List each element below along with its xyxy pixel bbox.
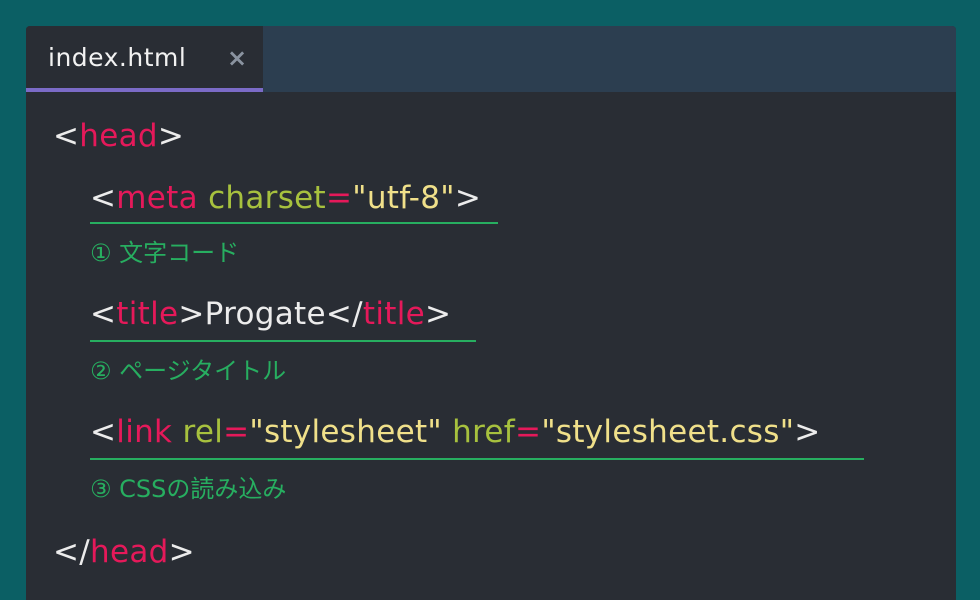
equals-sign: = [325, 180, 353, 216]
tab-label: index.html [48, 43, 187, 72]
bracket: > [178, 296, 205, 332]
bracket: > [168, 534, 195, 570]
bracket: < [90, 180, 117, 216]
equals-sign: = [515, 414, 542, 450]
code-line-head-close: </head> [53, 534, 195, 570]
tag-name: title [362, 296, 425, 332]
bracket: < [90, 414, 117, 450]
equals-sign: = [223, 414, 250, 450]
code-editor: index.html × <head> <meta charset="utf-8… [26, 26, 956, 600]
title-text: Progate [204, 296, 326, 332]
tab-index-html[interactable]: index.html × [26, 26, 263, 92]
bracket: > [454, 180, 482, 216]
tag-name: meta [116, 180, 198, 216]
attribute-name: rel [182, 414, 224, 450]
bracket: < [53, 118, 80, 154]
bracket: > [794, 414, 821, 450]
bracket: < [90, 296, 117, 332]
attribute-name: charset [208, 180, 326, 216]
attribute-name: href [452, 414, 516, 450]
link-underline [90, 458, 864, 460]
code-line-meta: <meta charset="utf-8"> [90, 180, 481, 216]
attribute-value: "utf-8" [352, 180, 455, 216]
bracket: </ [325, 296, 363, 332]
bracket: > [425, 296, 452, 332]
attribute-value: "stylesheet.css" [541, 414, 795, 450]
tag-name: head [79, 118, 158, 154]
tab-bar: index.html × [26, 26, 956, 92]
annotation-page-title: ② ページタイトル [90, 357, 287, 385]
code-line-title: <title>Progate</title> [90, 296, 451, 332]
annotation-charset: ① 文字コード [90, 239, 240, 267]
code-line-head-open: <head> [53, 118, 184, 154]
bracket: > [157, 118, 185, 154]
title-underline [90, 340, 476, 342]
tag-name: title [116, 296, 179, 332]
attribute-value: "stylesheet" [249, 414, 442, 450]
tag-name: link [116, 414, 173, 450]
tag-name: head [90, 534, 169, 570]
close-icon[interactable]: × [227, 44, 247, 72]
annotation-css-loading: ③ CSSの読み込み [90, 475, 287, 503]
code-line-link: <link rel="stylesheet" href="stylesheet.… [90, 414, 821, 450]
meta-underline [90, 222, 498, 224]
bracket: </ [53, 534, 91, 570]
